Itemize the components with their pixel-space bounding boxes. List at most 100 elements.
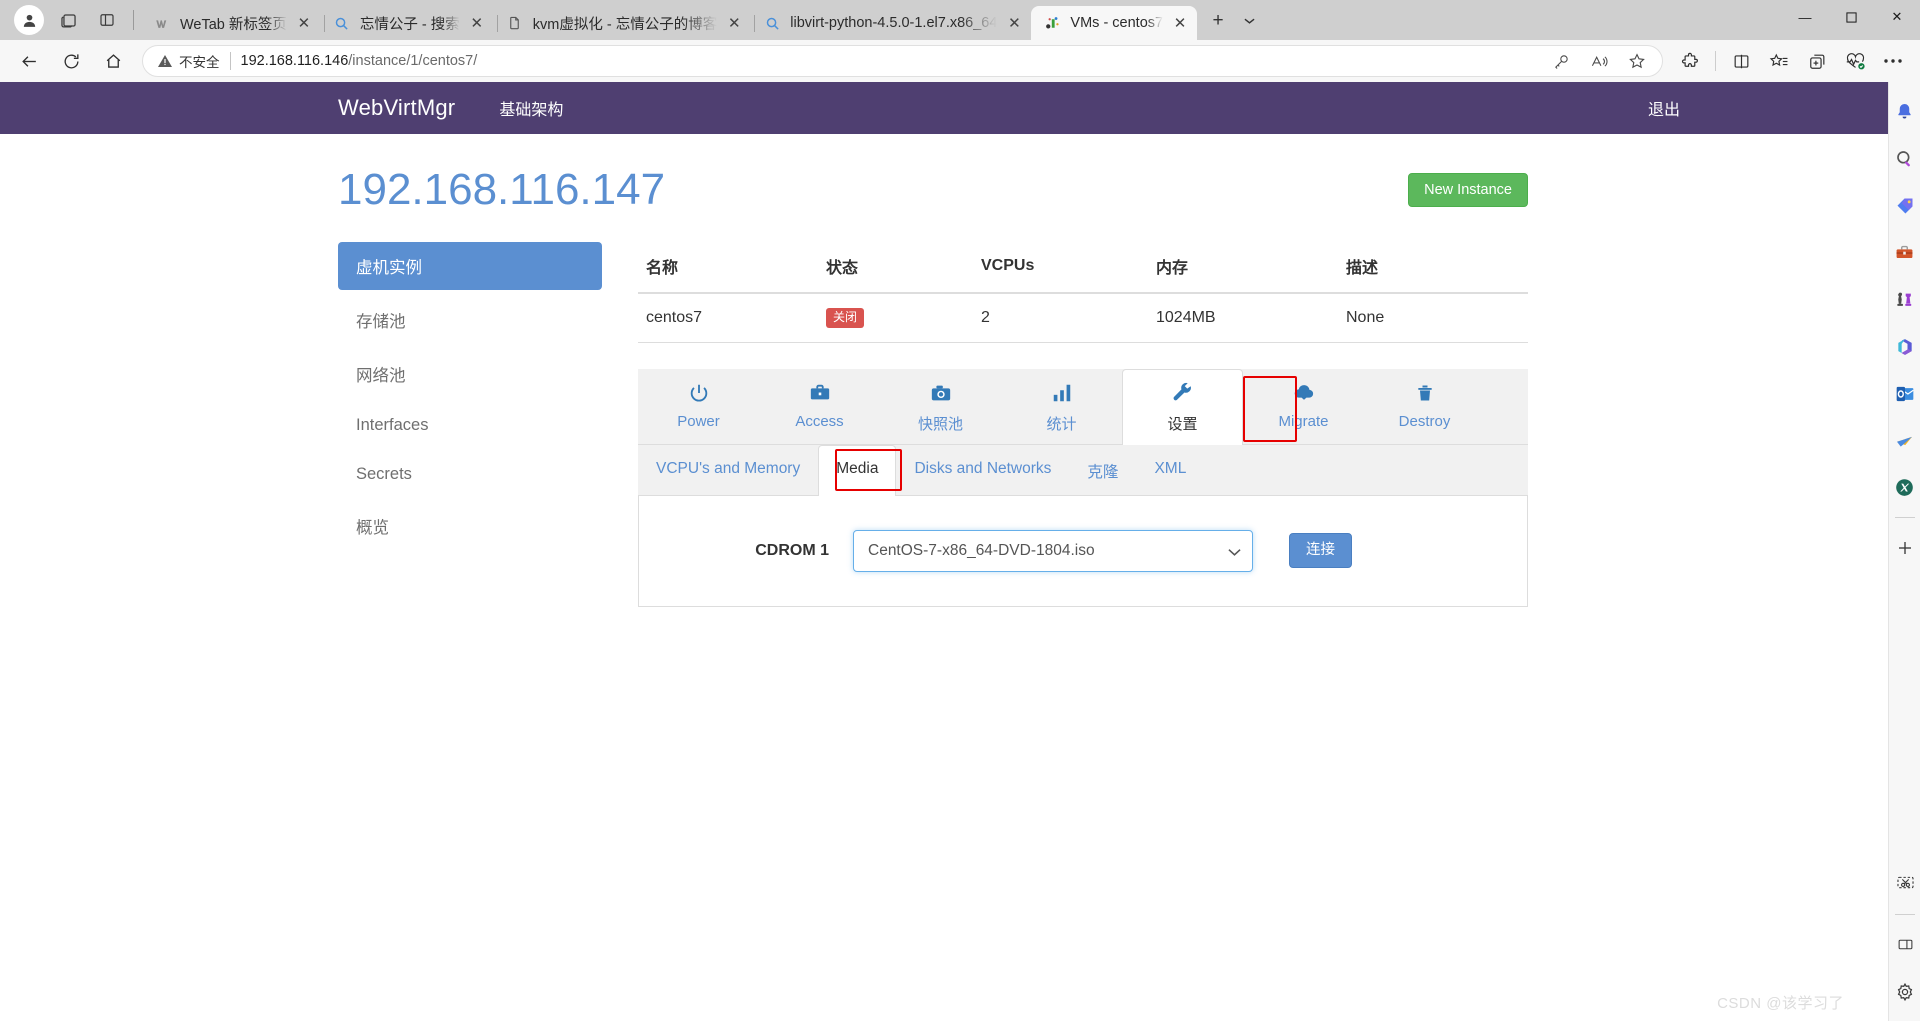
tab-snapshots[interactable]: 快照池	[880, 369, 1001, 444]
nav-link-infrastructure[interactable]: 基础架构	[499, 96, 563, 120]
browser-tabstrip: WeTab 新标签页 ✕ 忘情公子 - 搜索 ✕ kvm虚拟化 - 忘情公子的博…	[0, 0, 1920, 40]
omnibox-divider	[229, 52, 231, 70]
browser-tab[interactable]: libvirt-python-4.5.0-1.el7.x86_64 ✕	[751, 6, 1031, 40]
add-plus-icon[interactable]	[1889, 524, 1920, 571]
search-icon	[763, 14, 781, 32]
tab-close-button[interactable]: ✕	[1003, 12, 1025, 34]
tab-migrate[interactable]: Migrate	[1243, 369, 1364, 444]
sidebar-item-interfaces[interactable]: Interfaces	[338, 404, 602, 447]
address-bar[interactable]: 不安全 192.168.116.146/instance/1/centos7/	[142, 45, 1663, 77]
sidebar-item-storage-pools[interactable]: 存储池	[338, 296, 602, 344]
browser-tab-active[interactable]: VMs - centos7 ✕	[1031, 6, 1198, 40]
tab-label: 统计	[1046, 415, 1077, 433]
tab-actions-icon[interactable]	[93, 6, 121, 34]
cdrom-label: CDROM 1	[755, 541, 829, 559]
sidebar-item-overview[interactable]: 概览	[338, 502, 602, 550]
page-title: 192.168.116.147	[338, 165, 666, 214]
bar-chart-icon	[1006, 382, 1117, 408]
send-paper-plane-icon[interactable]	[1889, 417, 1920, 464]
browser-tab[interactable]: kvm虚拟化 - 忘情公子的博客 ✕	[494, 6, 756, 40]
settings-subtabs: VCPU's and Memory Media Disks and Networ…	[638, 444, 1528, 496]
search-magnifier-icon[interactable]	[1889, 135, 1920, 182]
main-row: 虚机实例 存储池 网络池 Interfaces Secrets 概览 名称 状态	[338, 242, 1528, 607]
connect-button[interactable]: 连接	[1289, 533, 1352, 568]
logout-link[interactable]: 退出	[1648, 96, 1680, 120]
th-state: 状态	[818, 242, 973, 295]
key-icon[interactable]	[1546, 47, 1576, 75]
page-content: 192.168.116.147 New Instance 虚机实例 存储池 网络…	[0, 134, 1888, 607]
tab-statistics[interactable]: 统计	[1001, 369, 1122, 444]
browser-essentials-icon[interactable]	[1838, 44, 1872, 78]
tab-close-button[interactable]: ✕	[1169, 12, 1191, 34]
tab-label: 设置	[1167, 415, 1198, 433]
tabstrip-divider	[133, 10, 134, 30]
tab-label: Migrate	[1278, 412, 1329, 430]
tab-title: 忘情公子 - 搜索	[359, 16, 460, 33]
briefcase-icon	[764, 382, 875, 408]
collections-star-icon[interactable]	[1762, 44, 1796, 78]
settings-more-icon[interactable]	[1876, 44, 1910, 78]
extensions-icon[interactable]	[1673, 44, 1707, 78]
profile-avatar[interactable]	[14, 5, 44, 35]
settings-gear-icon[interactable]	[1889, 968, 1920, 1015]
tab-close-button[interactable]: ✕	[723, 12, 745, 34]
read-aloud-icon[interactable]	[1584, 47, 1614, 75]
games-chess-icon[interactable]	[1889, 276, 1920, 323]
tab-close-button[interactable]: ✕	[293, 12, 315, 34]
toolbox-icon[interactable]	[1889, 229, 1920, 276]
tab-label: Power	[677, 412, 720, 430]
tab-title: WeTab 新标签页	[180, 16, 287, 33]
instances-table: 名称 状态 VCPUs 内存 描述 centos7 关闭 2 1024MB No…	[638, 242, 1528, 343]
cell-name[interactable]: centos7	[638, 293, 818, 343]
chevron-down-icon[interactable]	[1238, 8, 1260, 34]
edge-sidebar-divider	[1895, 914, 1915, 915]
sidebar-item-instances[interactable]: 虚机实例	[338, 242, 602, 291]
browser-tab[interactable]: 忘情公子 - 搜索 ✕	[321, 6, 498, 40]
sidebar-item-network-pools[interactable]: 网络池	[338, 350, 602, 398]
tab-close-button[interactable]: ✕	[466, 12, 488, 34]
th-description: 描述	[1338, 242, 1528, 295]
close-button[interactable]: ✕	[1874, 0, 1920, 34]
add-tab-group-icon[interactable]	[1800, 44, 1834, 78]
tab-destroy[interactable]: Destroy	[1364, 369, 1485, 444]
window-controls: — ✕	[1782, 0, 1920, 40]
subtab-clone[interactable]: 克隆	[1069, 445, 1136, 495]
tab-settings[interactable]: 设置	[1122, 368, 1243, 445]
shopping-tag-icon[interactable]	[1889, 182, 1920, 229]
toolbar-divider	[1715, 51, 1716, 71]
minimize-button[interactable]: —	[1782, 0, 1828, 34]
outlook-icon[interactable]	[1889, 370, 1920, 417]
virt-manager-icon	[1043, 14, 1061, 32]
back-button[interactable]	[11, 43, 47, 79]
home-button[interactable]	[95, 43, 131, 79]
subtab-vcpu-memory[interactable]: VCPU's and Memory	[638, 445, 818, 495]
new-tab-button[interactable]: +	[1203, 6, 1233, 36]
split-panel-icon[interactable]	[1889, 921, 1920, 968]
favorite-star-icon[interactable]	[1622, 47, 1652, 75]
trash-icon	[1369, 382, 1480, 408]
edge-sidebar	[1888, 82, 1920, 1021]
snip-scissors-icon[interactable]	[1889, 861, 1920, 908]
split-screen-icon[interactable]	[1724, 44, 1758, 78]
workspaces-icon[interactable]	[55, 6, 83, 34]
subtab-media[interactable]: Media	[818, 444, 897, 496]
subtab-disks-networks[interactable]: Disks and Networks	[896, 445, 1069, 495]
browser-tab[interactable]: WeTab 新标签页 ✕	[141, 6, 325, 40]
new-instance-button[interactable]: New Instance	[1408, 172, 1528, 208]
maximize-button[interactable]	[1828, 0, 1874, 34]
instance-action-tabs: Power Access 快照池 统计 设置 Migrate Destroy	[638, 368, 1528, 445]
microsoft-365-icon[interactable]	[1889, 323, 1920, 370]
table-row[interactable]: centos7 关闭 2 1024MB None	[638, 293, 1528, 343]
sidebar-item-secrets[interactable]: Secrets	[338, 453, 602, 496]
subtab-xml[interactable]: XML	[1136, 445, 1204, 495]
x-circle-icon[interactable]	[1889, 464, 1920, 511]
camera-icon	[885, 382, 996, 408]
app-brand[interactable]: WebVirtMgr	[338, 95, 455, 121]
tab-power[interactable]: Power	[638, 369, 759, 444]
media-panel: CDROM 1 CentOS-7-x86_64-DVD-1804.iso 连接	[638, 495, 1528, 607]
notifications-bell-icon[interactable]	[1889, 88, 1920, 135]
refresh-button[interactable]	[53, 43, 89, 79]
security-indicator[interactable]: 不安全	[157, 51, 220, 71]
iso-select[interactable]: CentOS-7-x86_64-DVD-1804.iso	[853, 529, 1253, 572]
tab-access[interactable]: Access	[759, 369, 880, 444]
